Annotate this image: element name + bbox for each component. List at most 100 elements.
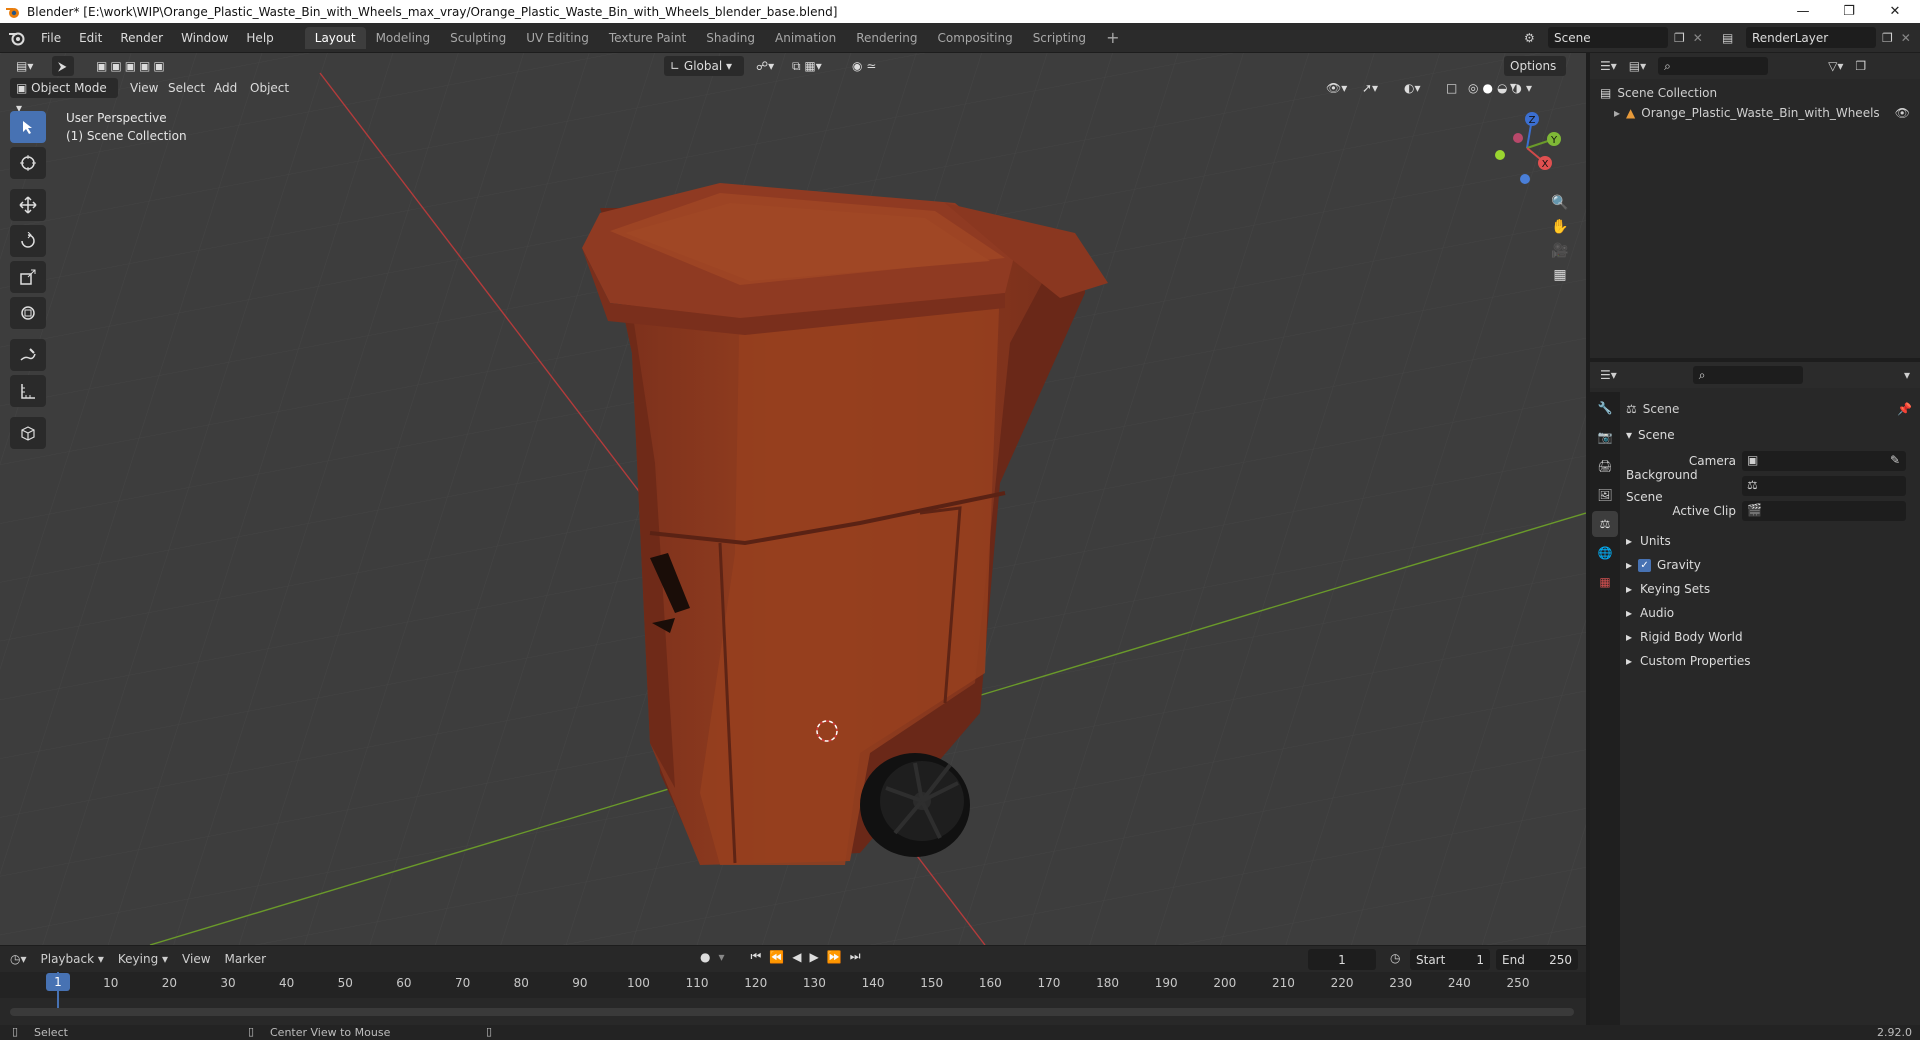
close-icon[interactable]: ✕ bbox=[1872, 0, 1918, 23]
delete-scene-icon[interactable]: ✕ bbox=[1693, 31, 1703, 45]
transform-tool-icon[interactable] bbox=[10, 297, 46, 329]
ortho-grid-icon[interactable]: ▦ bbox=[1553, 267, 1566, 283]
tab-sculpting[interactable]: Sculpting bbox=[440, 27, 516, 49]
units-section[interactable]: ▸ Units bbox=[1626, 530, 1671, 552]
scene-tab-icon[interactable]: ⚖ bbox=[1592, 511, 1618, 537]
texture-tab-icon[interactable]: ▦ bbox=[1592, 569, 1618, 595]
select-new-icon[interactable]: ▣ bbox=[96, 56, 107, 76]
new-collection-icon[interactable]: ❐ bbox=[1855, 59, 1866, 73]
tab-scripting[interactable]: Scripting bbox=[1023, 27, 1096, 49]
scale-tool-icon[interactable] bbox=[10, 261, 46, 293]
gravity-section[interactable]: ▸ ✓ Gravity bbox=[1626, 554, 1701, 576]
xray-icon[interactable]: □ bbox=[1440, 78, 1463, 98]
current-frame-field[interactable]: 1 bbox=[1308, 949, 1376, 970]
proportional-edit-icon[interactable]: ◉ ≃ bbox=[846, 56, 892, 76]
custom-properties-section[interactable]: ▸ Custom Properties bbox=[1626, 650, 1750, 672]
tab-compositing[interactable]: Compositing bbox=[927, 27, 1022, 49]
measure-tool-icon[interactable] bbox=[10, 375, 46, 407]
end-frame-field[interactable]: End 250 bbox=[1496, 949, 1578, 970]
active-clip-field[interactable]: 🎬 bbox=[1742, 501, 1906, 521]
jump-end-icon[interactable]: ⏭ bbox=[850, 949, 861, 964]
eye-visibility-icon[interactable]: 👁 bbox=[1895, 106, 1910, 120]
tab-animation[interactable]: Animation bbox=[765, 27, 846, 49]
filter-icon[interactable]: ▽▾ bbox=[1828, 59, 1843, 73]
select-intersect-icon[interactable]: ▣ bbox=[153, 56, 164, 76]
gravity-checkbox[interactable]: ✓ bbox=[1638, 558, 1652, 572]
pin-icon[interactable]: 📌 bbox=[1897, 402, 1912, 416]
wireframe-shading-icon[interactable]: ◎ bbox=[1468, 78, 1478, 98]
timeline-menu-keying[interactable]: Keying ▾ bbox=[118, 952, 168, 966]
viewport-menu-view[interactable]: View bbox=[124, 78, 164, 98]
tab-shading[interactable]: Shading bbox=[696, 27, 765, 49]
material-shading-icon[interactable]: ◒ bbox=[1497, 78, 1507, 98]
display-mode-icon[interactable]: ▤▾ bbox=[1629, 59, 1646, 73]
outliner-editor-icon[interactable]: ☰▾ bbox=[1600, 59, 1617, 73]
snap-icon[interactable]: ⧉ ▦▾ bbox=[786, 56, 842, 76]
background-scene-field[interactable]: ⚖ bbox=[1742, 476, 1906, 496]
expand-arrow-icon[interactable]: ▸ bbox=[1614, 106, 1620, 120]
pivot-point-icon[interactable]: ☍▾ bbox=[750, 56, 780, 76]
select-subtract-icon[interactable]: ▣ bbox=[125, 56, 136, 76]
outliner-scene-collection[interactable]: ▤ Scene Collection bbox=[1600, 83, 1717, 103]
select-tool-mode-icon[interactable]: ⮞ bbox=[52, 56, 74, 76]
panel-options-icon[interactable]: ▾ bbox=[1904, 368, 1910, 382]
tab-uv-editing[interactable]: UV Editing bbox=[516, 27, 599, 49]
overlays-icon[interactable]: ◐▾ bbox=[1398, 78, 1427, 98]
renderlayer-field[interactable]: RenderLayer bbox=[1746, 27, 1876, 48]
tab-rendering[interactable]: Rendering bbox=[846, 27, 927, 49]
outliner-search-input[interactable]: ⌕ bbox=[1658, 57, 1769, 75]
menu-edit[interactable]: Edit bbox=[70, 27, 111, 49]
outliner-item[interactable]: ▸ ▲ Orange_Plastic_Waste_Bin_with_Wheels… bbox=[1614, 103, 1914, 123]
shading-options-icon[interactable]: ▾ bbox=[1526, 78, 1532, 98]
tab-layout[interactable]: Layout bbox=[304, 26, 366, 49]
scene-panel-header[interactable]: ▾ Scene bbox=[1626, 424, 1675, 446]
rendered-shading-icon[interactable]: ◑ bbox=[1511, 78, 1521, 98]
viewport-menu-select[interactable]: Select bbox=[162, 78, 211, 98]
camera-field[interactable]: ▣ ✎ bbox=[1742, 451, 1906, 471]
renderlayer-icon[interactable]: ▤ bbox=[1722, 31, 1746, 45]
minimize-icon[interactable]: — bbox=[1780, 0, 1826, 23]
add-cube-tool-icon[interactable] bbox=[10, 417, 46, 449]
preview-range-icon[interactable]: ◷ bbox=[1390, 951, 1400, 965]
menu-help[interactable]: Help bbox=[237, 27, 282, 49]
start-frame-field[interactable]: Start 1 bbox=[1410, 949, 1490, 970]
cursor-tool-icon[interactable] bbox=[10, 147, 46, 179]
playhead-frame-label[interactable]: 1 bbox=[46, 973, 70, 991]
transform-orientation-dropdown[interactable]: ∟ Global ▾ bbox=[664, 56, 744, 76]
world-tab-icon[interactable]: 🌐 bbox=[1592, 540, 1618, 566]
visibility-icon[interactable]: 👁▾ bbox=[1320, 78, 1353, 98]
selection-mode-buttons[interactable]: ▣ ▣ ▣ ▣ ▣ bbox=[90, 56, 180, 76]
next-keyframe-icon[interactable]: ⏩ bbox=[827, 950, 842, 964]
camera-view-icon[interactable]: 🎥 bbox=[1551, 243, 1568, 259]
options-button[interactable]: Options ▾ bbox=[1504, 56, 1566, 93]
new-scene-icon[interactable]: ❐ bbox=[1674, 31, 1685, 45]
play-reverse-icon[interactable]: ◀ bbox=[792, 950, 801, 964]
menu-window[interactable]: Window bbox=[172, 27, 237, 49]
menu-file[interactable]: File bbox=[32, 27, 70, 49]
gizmo-toggle-icon[interactable]: ➚▾ bbox=[1356, 78, 1384, 98]
audio-section[interactable]: ▸ Audio bbox=[1626, 602, 1674, 624]
properties-search-input[interactable]: ⌕ bbox=[1692, 366, 1803, 384]
shading-modes[interactable]: ◎ ● ◒ ◑ ▾ bbox=[1462, 78, 1538, 98]
editor-type-icon[interactable]: ▤▾ bbox=[10, 56, 38, 76]
select-extend-icon[interactable]: ▣ bbox=[110, 56, 121, 76]
rigid-body-world-section[interactable]: ▸ Rigid Body World bbox=[1626, 626, 1743, 648]
tab-modeling[interactable]: Modeling bbox=[366, 27, 441, 49]
zoom-icon[interactable]: 🔍 bbox=[1551, 195, 1568, 211]
timeline-editor-icon[interactable]: ◷▾ bbox=[10, 952, 27, 966]
rotate-tool-icon[interactable] bbox=[10, 225, 46, 257]
delete-renderlayer-icon[interactable]: ✕ bbox=[1901, 31, 1911, 45]
viewport-menu-object[interactable]: Object bbox=[244, 78, 295, 98]
timeline-menu-playback[interactable]: Playback ▾ bbox=[41, 952, 104, 966]
object-mode-dropdown[interactable]: ▣ Object Mode ▾ bbox=[10, 78, 118, 115]
keying-sets-section[interactable]: ▸ Keying Sets bbox=[1626, 578, 1710, 600]
annotate-tool-icon[interactable] bbox=[10, 339, 46, 371]
tab-texture-paint[interactable]: Texture Paint bbox=[599, 27, 696, 49]
scene-field[interactable]: Scene bbox=[1548, 27, 1668, 48]
timeline-scrollbar[interactable] bbox=[10, 1008, 1574, 1016]
output-tab-icon[interactable]: 🖨 bbox=[1592, 453, 1618, 479]
timeline-menu-marker[interactable]: Marker bbox=[225, 952, 266, 966]
3d-viewport[interactable]: Z Y X ▤▾ ⮞ ▣ ▣ ▣ ▣ ▣ ∟ Global ▾ ☍▾ ⧉ ▦▾ … bbox=[0, 53, 1586, 945]
render-tab-icon[interactable]: 📷 bbox=[1592, 424, 1618, 450]
play-icon[interactable]: ▶ bbox=[810, 950, 819, 964]
